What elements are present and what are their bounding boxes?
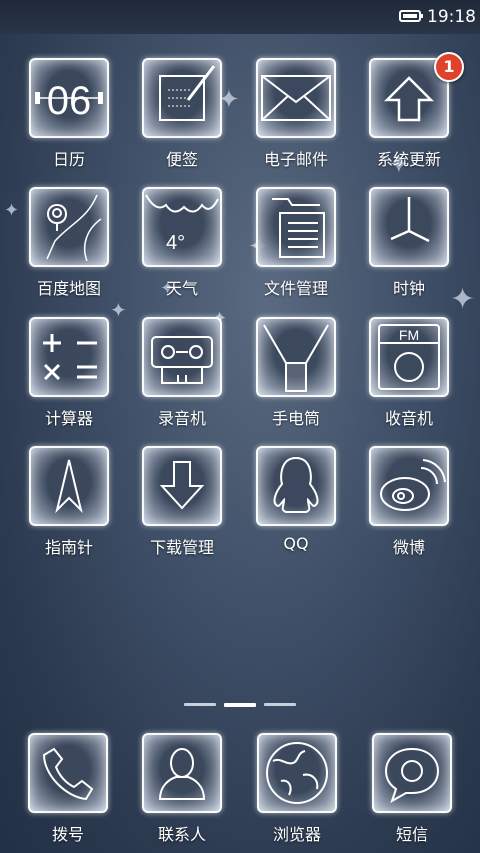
qq-penguin-icon xyxy=(256,446,336,526)
app-contacts[interactable]: 联系人 xyxy=(127,733,237,853)
app-label: 系统更新 xyxy=(376,150,441,169)
cassette-icon xyxy=(142,317,222,397)
app-label: 手电筒 xyxy=(271,409,320,428)
radio-icon: FM xyxy=(369,317,449,397)
app-label: 短信 xyxy=(395,825,428,844)
app-label: 天气 xyxy=(165,279,198,298)
map-pin-icon xyxy=(29,187,109,267)
contact-icon xyxy=(142,733,222,813)
app-weibo[interactable]: 微博 xyxy=(354,446,464,566)
app-label: 浏览器 xyxy=(272,825,321,844)
app-label: 录音机 xyxy=(157,409,206,428)
app-label: 收音机 xyxy=(384,409,433,428)
calendar-icon: 06 xyxy=(29,58,109,138)
app-system-update[interactable]: 1 系统更新 xyxy=(354,52,464,178)
app-label: 微博 xyxy=(392,538,425,557)
page-dot-active[interactable] xyxy=(224,703,256,707)
notepad-icon xyxy=(142,58,222,138)
app-label: QQ xyxy=(283,534,309,553)
app-notes[interactable]: 便签 xyxy=(127,58,237,178)
folder-icon xyxy=(256,187,336,267)
app-file-manager[interactable]: 文件管理 xyxy=(241,187,351,307)
status-bar: 19:18 xyxy=(0,0,480,34)
page-dot[interactable] xyxy=(264,703,296,706)
calculator-icon xyxy=(29,317,109,397)
phone-icon xyxy=(28,733,108,813)
battery-fill xyxy=(403,14,417,18)
app-label: 文件管理 xyxy=(263,279,328,298)
app-clock[interactable]: 时钟 xyxy=(354,187,464,307)
message-bubble-icon xyxy=(372,733,452,813)
clock-icon xyxy=(369,187,449,267)
app-calculator[interactable]: 计算器 xyxy=(14,317,124,437)
app-label: 电子邮件 xyxy=(263,150,328,169)
app-compass[interactable]: 指南针 xyxy=(14,446,124,566)
app-qq[interactable]: QQ xyxy=(241,446,351,566)
flashlight-icon xyxy=(256,317,336,397)
battery-icon xyxy=(399,10,423,22)
page-dot[interactable] xyxy=(184,703,216,706)
app-label: 联系人 xyxy=(157,825,206,844)
app-label: 拨号 xyxy=(51,825,84,844)
cloud-icon: 4° xyxy=(142,187,222,267)
app-phone[interactable]: 拨号 xyxy=(13,733,123,853)
app-download-manager[interactable]: 下载管理 xyxy=(127,446,237,566)
app-label: 时钟 xyxy=(392,279,425,298)
app-baidu-map[interactable]: 百度地图 xyxy=(14,187,124,307)
app-label: 计算器 xyxy=(44,409,93,428)
mail-icon xyxy=(256,58,336,138)
weather-temp-text: 4° xyxy=(166,232,185,254)
app-label: 指南针 xyxy=(44,538,93,557)
status-time: 19:18 xyxy=(427,7,476,27)
app-email[interactable]: 电子邮件 xyxy=(241,58,351,178)
app-label: 百度地图 xyxy=(36,279,101,298)
app-flashlight[interactable]: 手电筒 xyxy=(241,317,351,437)
compass-icon xyxy=(29,446,109,526)
app-browser[interactable]: 浏览器 xyxy=(242,733,352,853)
app-sms[interactable]: 短信 xyxy=(357,733,467,853)
app-weather[interactable]: 4° 天气 xyxy=(127,187,237,307)
globe-icon xyxy=(257,733,337,813)
notification-badge: 1 xyxy=(434,52,464,82)
app-label: 便签 xyxy=(165,150,198,169)
weibo-icon xyxy=(369,446,449,526)
app-label: 日历 xyxy=(52,150,85,169)
app-calendar[interactable]: 06 日历 xyxy=(14,58,124,178)
app-recorder[interactable]: 录音机 xyxy=(127,317,237,437)
download-icon xyxy=(142,446,222,526)
app-radio[interactable]: FM 收音机 xyxy=(354,317,464,437)
calendar-date-text: 06 xyxy=(47,79,92,123)
app-label: 下载管理 xyxy=(149,538,214,557)
radio-band-text: FM xyxy=(399,327,419,343)
